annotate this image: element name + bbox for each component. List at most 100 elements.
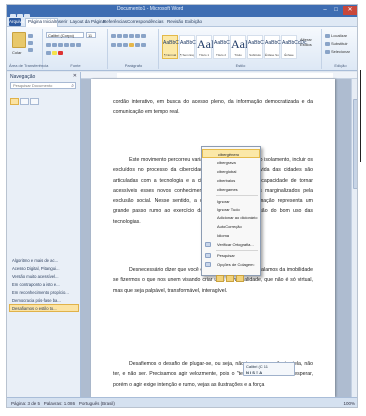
word-count[interactable]: Palavras: 1.086 bbox=[44, 401, 75, 406]
heading-item[interactable]: Em reconhecimento propício... bbox=[9, 288, 79, 296]
mini-font-combo[interactable]: Calibri (C bbox=[246, 364, 263, 369]
window-title: Documento1 - Microsoft Word bbox=[117, 6, 184, 12]
results-view-icon[interactable] bbox=[30, 98, 39, 105]
align-right-icon[interactable] bbox=[123, 42, 128, 47]
suggestion-item[interactable]: ciberglobal bbox=[202, 167, 260, 176]
keep-format-icon[interactable] bbox=[216, 275, 224, 282]
cut-icon[interactable] bbox=[28, 33, 33, 38]
suggestion-item[interactable]: cibergames bbox=[202, 185, 260, 194]
style-no-spacing[interactable]: AaBbCcDc¶ Sem Esp... bbox=[179, 35, 204, 59]
strikethrough-icon[interactable] bbox=[64, 42, 69, 47]
mini-format-buttons[interactable]: N I S ≡ A bbox=[246, 370, 262, 375]
replace-button[interactable]: Substituir bbox=[325, 41, 348, 46]
autocorrect-item[interactable]: AutoCorreção bbox=[202, 222, 260, 231]
increase-indent-icon[interactable] bbox=[135, 33, 140, 38]
line-spacing-icon[interactable] bbox=[135, 42, 140, 47]
heading-list: Algoritmo e mais de ac... Acesso Digital… bbox=[9, 256, 79, 312]
suggestion-item[interactable]: ciberbalos bbox=[202, 176, 260, 185]
word-window: Documento1 - Microsoft Word – □ ✕ Arquiv… bbox=[6, 4, 358, 408]
title-bar: Documento1 - Microsoft Word – □ ✕ bbox=[7, 5, 357, 20]
heading-item[interactable]: Versão muito acessível... bbox=[9, 272, 79, 280]
lookup-item[interactable]: Pesquisar bbox=[202, 251, 260, 260]
font-color-icon[interactable] bbox=[58, 50, 63, 55]
language-indicator[interactable]: Português (Brasil) bbox=[79, 401, 115, 406]
scrollbar-thumb[interactable] bbox=[353, 99, 357, 189]
paragraph-1[interactable]: cordão interativo, em busca do acesso pl… bbox=[113, 97, 313, 118]
zoom-level[interactable]: 100% bbox=[343, 398, 355, 407]
tab-exibicao[interactable]: Exibição bbox=[185, 19, 202, 24]
align-left-icon[interactable] bbox=[111, 42, 116, 47]
merge-format-icon[interactable] bbox=[226, 275, 234, 282]
maximize-button[interactable]: □ bbox=[331, 6, 341, 15]
clipboard-group-label: Área de Transferência bbox=[9, 63, 49, 68]
tab-inserir[interactable]: Inserir bbox=[55, 19, 68, 24]
search-input[interactable]: Pesquisar Documento ⌕ bbox=[10, 82, 76, 89]
heading-item-selected[interactable]: Desafiamos o estilo to... bbox=[9, 304, 79, 312]
pages-view-icon[interactable] bbox=[20, 98, 29, 105]
mini-size-combo[interactable]: 11 bbox=[264, 364, 268, 369]
tab-pagina-inicial[interactable]: Página Inicial bbox=[25, 18, 58, 27]
shading-icon[interactable] bbox=[141, 42, 146, 47]
style-emphasis[interactable]: AaBbCcDc Ênfase bbox=[281, 35, 306, 59]
align-center-icon[interactable] bbox=[117, 42, 122, 47]
style-heading-1[interactable]: AaB Título 1 bbox=[196, 35, 219, 59]
format-painter-icon[interactable] bbox=[28, 47, 33, 52]
tab-arquivo[interactable]: Arquivo bbox=[9, 18, 24, 26]
tab-layout[interactable]: Layout da Página bbox=[70, 19, 105, 24]
heading-item[interactable]: Acesso Digital, Pitangui... bbox=[9, 264, 79, 272]
decrease-indent-icon[interactable] bbox=[129, 33, 134, 38]
add-to-dictionary-item[interactable]: Adicionar ao dicionário bbox=[202, 213, 260, 222]
navigation-pane: Navegação ✕ Pesquisar Documento ⌕ Algorit… bbox=[7, 72, 81, 397]
suggestion-item[interactable]: cibergênero bbox=[202, 149, 260, 158]
vertical-scrollbar[interactable] bbox=[351, 79, 357, 397]
ribbon: Colar Área de Transferência Calibri (Cor… bbox=[7, 27, 357, 71]
heading-item[interactable]: Algoritmo e mais de ac... bbox=[9, 256, 79, 264]
keep-text-icon[interactable] bbox=[236, 275, 244, 282]
spelling-item[interactable]: Verificar Ortografia... bbox=[202, 240, 260, 249]
multilevel-icon[interactable] bbox=[123, 33, 128, 38]
suggestion-item[interactable]: cibergrava bbox=[202, 158, 260, 167]
horizontal-ruler[interactable] bbox=[81, 72, 357, 79]
sort-icon[interactable] bbox=[141, 33, 146, 38]
tab-referencias[interactable]: Referências bbox=[103, 19, 127, 24]
navigation-view-tabs bbox=[10, 92, 40, 105]
select-button[interactable]: Selecionar bbox=[325, 49, 350, 54]
heading-item[interactable]: Em contraponto a isto e... bbox=[9, 280, 79, 288]
paste-label: Colar bbox=[12, 50, 22, 55]
subscript-icon[interactable] bbox=[70, 42, 75, 47]
style-heading-2[interactable]: AaBbCc Título 2 bbox=[213, 35, 232, 59]
headings-view-icon[interactable] bbox=[10, 98, 19, 105]
text-effects-icon[interactable] bbox=[46, 50, 51, 55]
bullets-icon[interactable] bbox=[111, 33, 116, 38]
numbering-icon[interactable] bbox=[117, 33, 122, 38]
paste-options-item[interactable]: Opções de Colagem: bbox=[202, 260, 260, 269]
style-title[interactable]: AaB Título bbox=[230, 35, 253, 59]
style-normal[interactable]: AaBbCcDc ¶ Normal bbox=[162, 35, 187, 59]
find-button[interactable]: Localizar bbox=[325, 33, 347, 38]
close-icon[interactable]: ✕ bbox=[73, 73, 77, 79]
tab-correspondencias[interactable]: Correspondências bbox=[127, 19, 164, 24]
superscript-icon[interactable] bbox=[76, 42, 81, 47]
bold-icon[interactable] bbox=[46, 42, 51, 47]
font-size-combo[interactable]: 11 bbox=[86, 32, 96, 38]
style-subtitle[interactable]: AaBbCc Subtítulo bbox=[247, 35, 266, 59]
copy-icon[interactable] bbox=[28, 40, 33, 45]
tab-revisao[interactable]: Revisão bbox=[167, 19, 183, 24]
page-count[interactable]: Página: 3 de 5 bbox=[11, 401, 40, 406]
style-subtle-emphasis[interactable]: AaBbCcDcÊnfase Sutil bbox=[264, 35, 289, 59]
search-icon[interactable]: ⌕ bbox=[71, 83, 74, 89]
highlight-icon[interactable] bbox=[52, 50, 57, 55]
italic-icon[interactable] bbox=[52, 42, 57, 47]
language-item[interactable]: Idioma bbox=[202, 231, 260, 240]
font-name-combo[interactable]: Calibri (Corpo) bbox=[46, 32, 84, 38]
select-icon bbox=[325, 49, 330, 54]
paste-icon[interactable] bbox=[12, 32, 26, 48]
find-icon bbox=[325, 33, 330, 38]
underline-icon[interactable] bbox=[58, 42, 63, 47]
heading-item[interactable]: Democracia pós-fase ba... bbox=[9, 296, 79, 304]
minimize-button[interactable]: – bbox=[320, 6, 330, 15]
paragraph-group: Parágrafo bbox=[109, 29, 159, 69]
justify-icon[interactable] bbox=[129, 42, 134, 47]
change-styles-button[interactable]: Alterar Estilos bbox=[300, 37, 320, 47]
close-button[interactable]: ✕ bbox=[343, 6, 357, 15]
